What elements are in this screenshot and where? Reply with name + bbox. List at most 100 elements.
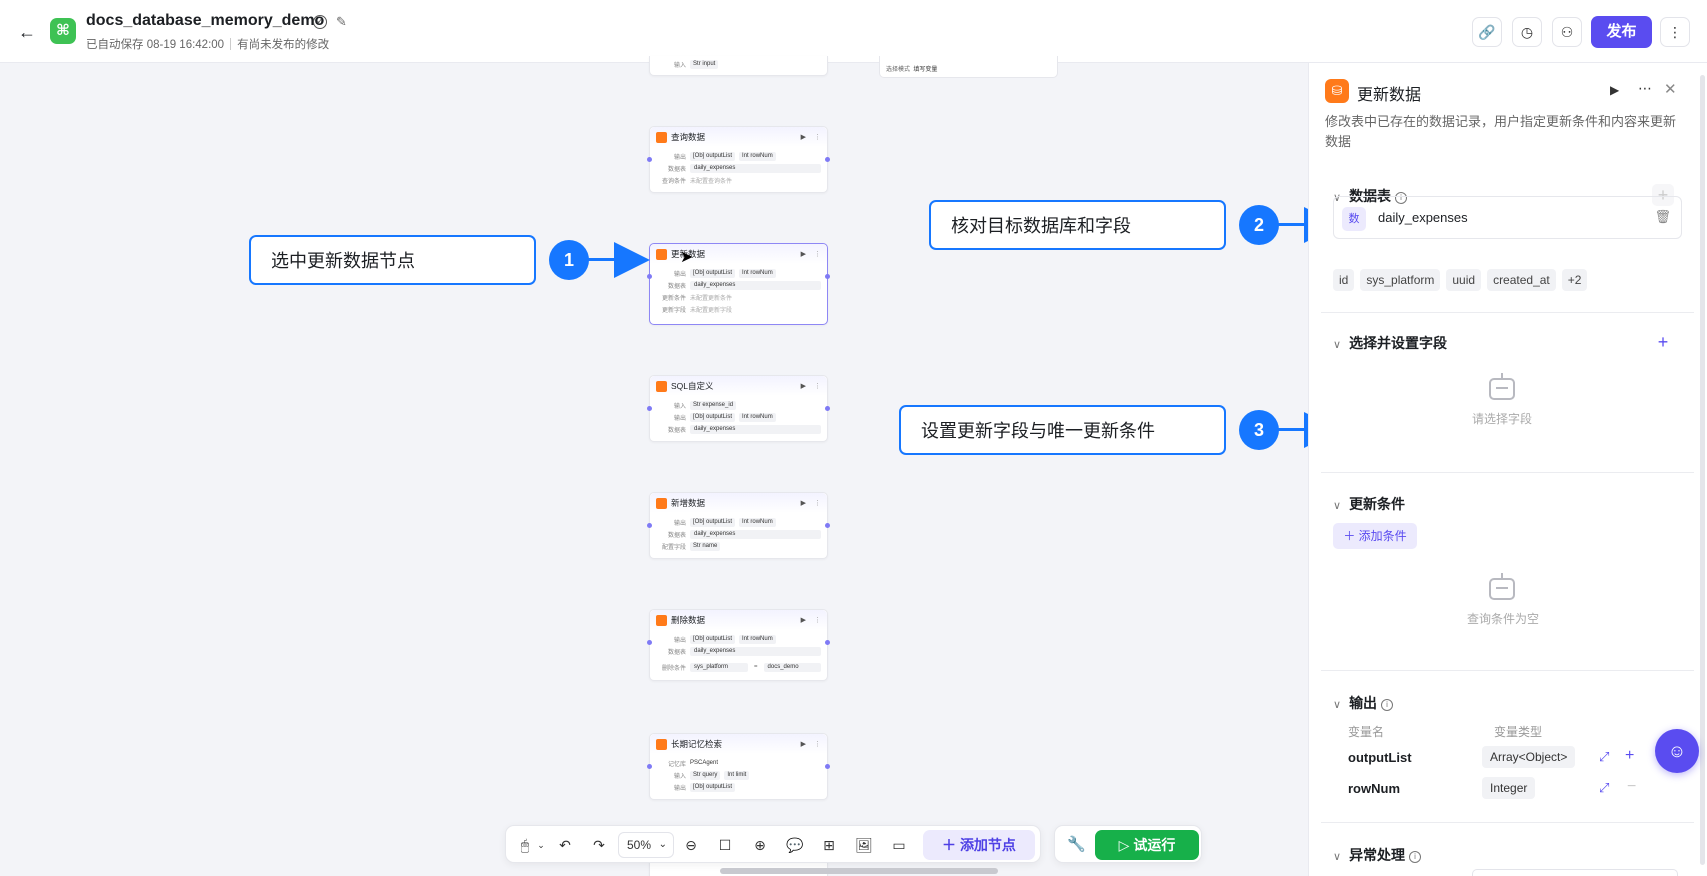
node-config-panel: ⛁ 更新数据 ▶ ⋯ ✕ 修改表中已存在的数据记录，用户指定更新条件和内容来更新… xyxy=(1308,63,1707,876)
zoom-in-icon[interactable]: ⊕ xyxy=(751,836,769,854)
top-bar: ← ⌘ docs_database_memory_demo ✓ ✎ 已自动保存 … xyxy=(0,0,1707,63)
node-title: 删除数据 xyxy=(671,615,706,625)
output-port[interactable] xyxy=(825,640,830,645)
image-icon[interactable]: 🖼 xyxy=(855,836,873,854)
tag: Int limit xyxy=(724,770,750,780)
fit-view-icon[interactable]: ☐ xyxy=(716,836,734,854)
play-icon[interactable]: ▶ xyxy=(801,616,806,624)
more-icon[interactable]: ⋮ xyxy=(814,133,821,141)
chevron-down-icon[interactable]: ⌄ xyxy=(532,836,550,854)
node-insert-data[interactable]: 新增数据 ▶ ⋮ 输出 [Ob] outputList Int rowNum 数据表 da… xyxy=(647,492,830,559)
user-share-icon[interactable]: ⚇ xyxy=(1552,17,1582,47)
expand-icon[interactable]: ⤢ xyxy=(1599,780,1609,796)
row-value: daily_expenses xyxy=(690,529,821,539)
node-sql-custom[interactable]: SQL自定义 ▶ ⋮ 输入 Str expense_id 输出 [Ob] outputL… xyxy=(647,375,830,442)
assistant-chat-button[interactable]: ☺ xyxy=(1655,729,1699,773)
play-icon[interactable]: ▶ xyxy=(801,499,806,507)
node-memory-retrieval[interactable]: 长期记忆检索 ▶ ⋮ 记忆库 PSCAgent 输入 Str query Int limi… xyxy=(647,733,830,800)
row-value: 未配置更新条件 xyxy=(690,295,733,302)
layout-icon[interactable]: ⊞ xyxy=(820,836,838,854)
add-output-icon[interactable]: + xyxy=(1625,747,1634,765)
output-port[interactable] xyxy=(825,406,830,411)
output-name: rowNum xyxy=(1348,781,1400,796)
more-icon[interactable]: ⋮ xyxy=(814,499,821,507)
input-port[interactable] xyxy=(647,523,652,528)
input-port[interactable] xyxy=(647,640,652,645)
back-arrow-icon[interactable]: ← xyxy=(18,22,38,42)
database-icon xyxy=(656,614,667,626)
partial-node-2[interactable]: 选择模式 填写变量 xyxy=(879,56,1058,78)
row-value: daily_expenses xyxy=(690,280,821,290)
more-horizontal-icon[interactable]: ⋯ xyxy=(1638,80,1652,97)
row-value: 填写变量 xyxy=(913,67,938,73)
zoom-select[interactable]: 50% ⌄ xyxy=(618,832,674,858)
input-port[interactable] xyxy=(647,764,652,769)
play-icon[interactable]: ▶ xyxy=(801,133,806,141)
info-icon[interactable]: i xyxy=(1409,851,1422,863)
divider xyxy=(1321,312,1694,313)
table-card[interactable]: 数 daily_expenses 🗑 xyxy=(1333,196,1682,239)
input-port[interactable] xyxy=(647,157,652,162)
node-update-data[interactable]: 更新数据 ▶ ⋮ 输出 [Ob] outputList Int rowNum 数据表 da… xyxy=(647,243,830,325)
panel-scrollbar[interactable] xyxy=(1700,75,1705,865)
output-port[interactable] xyxy=(825,157,830,162)
table-name: daily_expenses xyxy=(1378,210,1468,225)
trash-icon[interactable]: 🗑 xyxy=(1654,209,1671,225)
minimap-icon[interactable]: ▭ xyxy=(890,836,908,854)
output-port[interactable] xyxy=(825,274,830,279)
unpublished-text: 有尚未发布的修改 xyxy=(237,39,330,51)
wrench-icon[interactable]: 🔧 xyxy=(1067,835,1086,853)
row-value: daily_expenses xyxy=(690,163,821,173)
output-port[interactable] xyxy=(825,764,830,769)
column-header: 变量名 xyxy=(1348,725,1385,739)
more-icon[interactable]: ⋮ xyxy=(814,250,821,258)
play-icon[interactable]: ▶ xyxy=(1610,83,1619,97)
add-condition-button[interactable]: ＋ 添加条件 xyxy=(1333,523,1417,549)
history-clock-icon[interactable]: ◷ xyxy=(1512,17,1542,47)
output-type: Integer xyxy=(1482,777,1536,799)
publish-button[interactable]: 发布 xyxy=(1591,16,1652,48)
more-vertical-icon[interactable]: ⋮ xyxy=(1660,17,1690,47)
more-icon[interactable]: ⋮ xyxy=(814,382,821,390)
run-toolbar: 🔧 ▷ 试运行 xyxy=(1054,825,1202,863)
edit-pencil-icon[interactable]: ✎ xyxy=(336,14,347,30)
node-delete-data[interactable]: 删除数据 ▶ ⋮ 输出 [Ob] outputList Int rowNum 数据表 da… xyxy=(647,609,830,681)
add-node-button[interactable]: ＋ 添加节点 xyxy=(923,830,1035,860)
more-icon[interactable]: ⋮ xyxy=(814,616,821,624)
divider xyxy=(1321,822,1694,823)
add-field-button[interactable]: + xyxy=(1652,331,1674,353)
tag: [Ob] outputList xyxy=(690,151,736,161)
section-fields-title[interactable]: ∨ 选择并设置字段 xyxy=(1333,333,1447,353)
link-icon[interactable]: 🔗 xyxy=(1472,17,1502,47)
input-port[interactable] xyxy=(647,406,652,411)
field-tag-more[interactable]: +2 xyxy=(1561,269,1588,291)
undo-icon[interactable]: ↶ xyxy=(556,836,574,854)
comment-icon[interactable]: 💬 xyxy=(786,836,804,854)
info-icon[interactable]: i xyxy=(1381,699,1394,711)
expand-icon[interactable]: ⤢ xyxy=(1599,749,1609,765)
field-tag: id xyxy=(1333,269,1355,291)
play-icon[interactable]: ▶ xyxy=(801,382,806,390)
close-icon[interactable]: ✕ xyxy=(1664,80,1677,98)
row-key: 更新条件 xyxy=(661,295,686,302)
more-icon[interactable]: ⋮ xyxy=(814,740,821,748)
output-port[interactable] xyxy=(825,523,830,528)
remove-output-icon[interactable]: − xyxy=(1627,778,1636,796)
section-exception-title[interactable]: ∨ 异常处理 i xyxy=(1333,845,1422,865)
tag: Int rowNum xyxy=(739,517,776,527)
play-icon[interactable]: ▶ xyxy=(801,250,806,258)
test-run-button[interactable]: ▷ 试运行 xyxy=(1095,830,1199,860)
redo-icon[interactable]: ↷ xyxy=(590,836,608,854)
node-query-data[interactable]: 查询数据 ▶ ⋮ 输出 [Ob] outputList Int rowNum 数据表 da… xyxy=(647,126,830,193)
section-condition-title[interactable]: ∨ 更新条件 xyxy=(1333,494,1405,514)
section-output-title[interactable]: ∨ 输出 i xyxy=(1333,693,1394,713)
step-badge-1: 1 xyxy=(549,240,589,280)
play-icon[interactable]: ▶ xyxy=(801,740,806,748)
zoom-out-icon[interactable]: ⊖ xyxy=(682,836,700,854)
chevron-down-icon: ∨ xyxy=(1333,339,1342,351)
horizontal-scrollbar[interactable] xyxy=(720,868,998,874)
partial-node[interactable]: 输入 Str input xyxy=(649,56,828,76)
tag: Int rowNum xyxy=(739,412,776,422)
exception-select[interactable] xyxy=(1472,869,1678,876)
row-key: 数据表 xyxy=(667,166,686,173)
